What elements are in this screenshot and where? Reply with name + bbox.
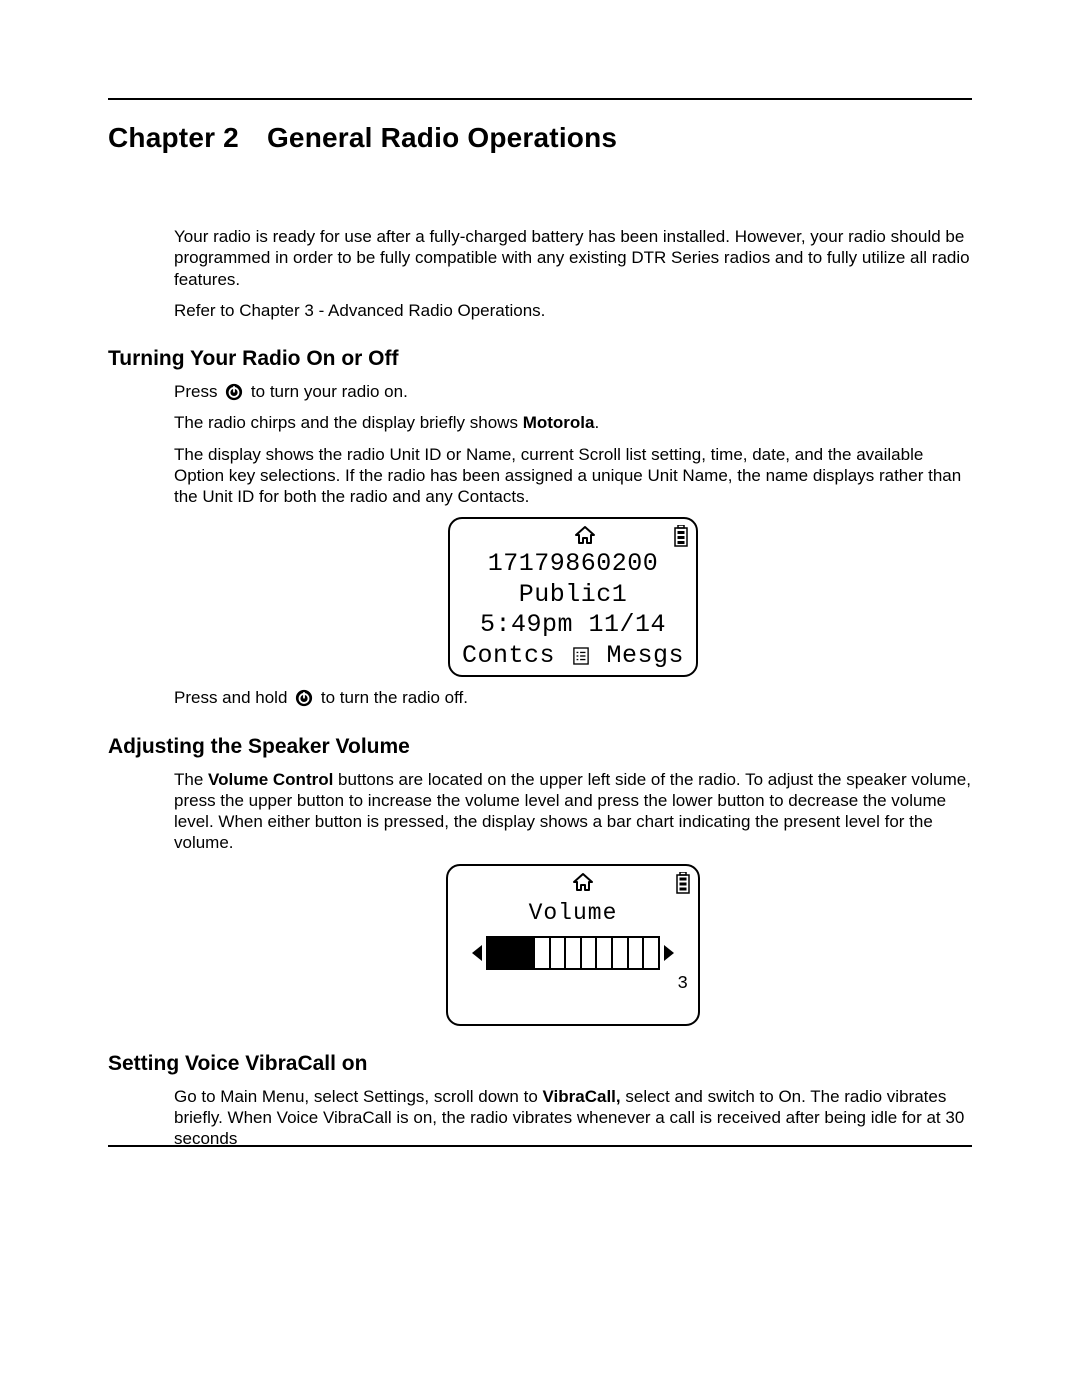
battery-icon: [674, 525, 688, 547]
press-off-prefix: Press and hold: [174, 688, 292, 707]
volume-segment: [519, 938, 535, 968]
vibracall-para-prefix: Go to Main Menu, select Settings, scroll…: [174, 1087, 543, 1106]
radio-screen-home: 17179860200 Public1 5:49pm 11/14 Contcs: [448, 517, 698, 677]
home-icon: [572, 872, 594, 892]
screen-datetime: 5:49pm 11/14: [458, 610, 688, 641]
bottom-rule: [108, 1145, 972, 1147]
chirps-bold: Motorola: [523, 413, 595, 432]
list-icon: [573, 647, 589, 665]
volume-level-number: 3: [677, 974, 688, 994]
top-rule: [108, 98, 972, 100]
volume-segment: [488, 938, 504, 968]
triangle-right-icon: [662, 943, 676, 963]
volume-para-prefix: The: [174, 770, 208, 789]
chapter-heading: Chapter 2 General Radio Operations: [108, 122, 972, 154]
chirps-suffix: .: [594, 413, 599, 432]
section-heading-volume: Adjusting the Speaker Volume: [108, 735, 972, 759]
press-on-suffix: to turn your radio on.: [251, 382, 408, 401]
chapter-title: General Radio Operations: [267, 122, 617, 153]
section-heading-vibracall: Setting Voice VibraCall on: [108, 1052, 972, 1076]
display-para: The display shows the radio Unit ID or N…: [174, 444, 972, 508]
press-off-suffix: to turn the radio off.: [321, 688, 468, 707]
volume-segment: [644, 938, 658, 968]
screen-right-softkey: Mesgs: [606, 641, 684, 672]
volume-para: The Volume Control buttons are located o…: [174, 769, 972, 854]
volume-segment: [582, 938, 598, 968]
volume-segment: [551, 938, 567, 968]
press-on-line: Press to turn your radio on.: [174, 381, 972, 402]
volume-segment: [629, 938, 645, 968]
vibracall-para: Go to Main Menu, select Settings, scroll…: [174, 1086, 972, 1150]
chirps-prefix: The radio chirps and the display briefly…: [174, 413, 523, 432]
volume-segment: [566, 938, 582, 968]
chirps-line: The radio chirps and the display briefly…: [174, 412, 972, 433]
press-off-line: Press and hold to turn the radio off.: [174, 687, 972, 708]
home-icon: [574, 525, 596, 545]
vibracall-para-bold: VibraCall,: [543, 1087, 621, 1106]
power-icon: [295, 689, 313, 707]
volume-title: Volume: [456, 900, 690, 926]
battery-icon: [676, 872, 690, 894]
volume-segment: [613, 938, 629, 968]
section-heading-onoff: Turning Your Radio On or Off: [108, 347, 972, 371]
volume-segment: [597, 938, 613, 968]
power-icon: [225, 383, 243, 401]
volume-segment: [535, 938, 551, 968]
volume-segment: [504, 938, 520, 968]
volume-para-bold: Volume Control: [208, 770, 333, 789]
screen-unit-id: 17179860200: [458, 549, 688, 580]
screen-scroll-list: Public1: [458, 580, 688, 611]
chapter-number: Chapter 2: [108, 122, 239, 153]
triangle-left-icon: [470, 943, 484, 963]
press-on-prefix: Press: [174, 382, 222, 401]
screen-left-softkey: Contcs: [462, 641, 555, 672]
radio-screen-volume: Volume 3: [446, 864, 700, 1026]
intro-para-1: Your radio is ready for use after a full…: [174, 226, 972, 290]
intro-para-2: Refer to Chapter 3 - Advanced Radio Oper…: [174, 300, 972, 321]
volume-bar: [486, 936, 660, 970]
